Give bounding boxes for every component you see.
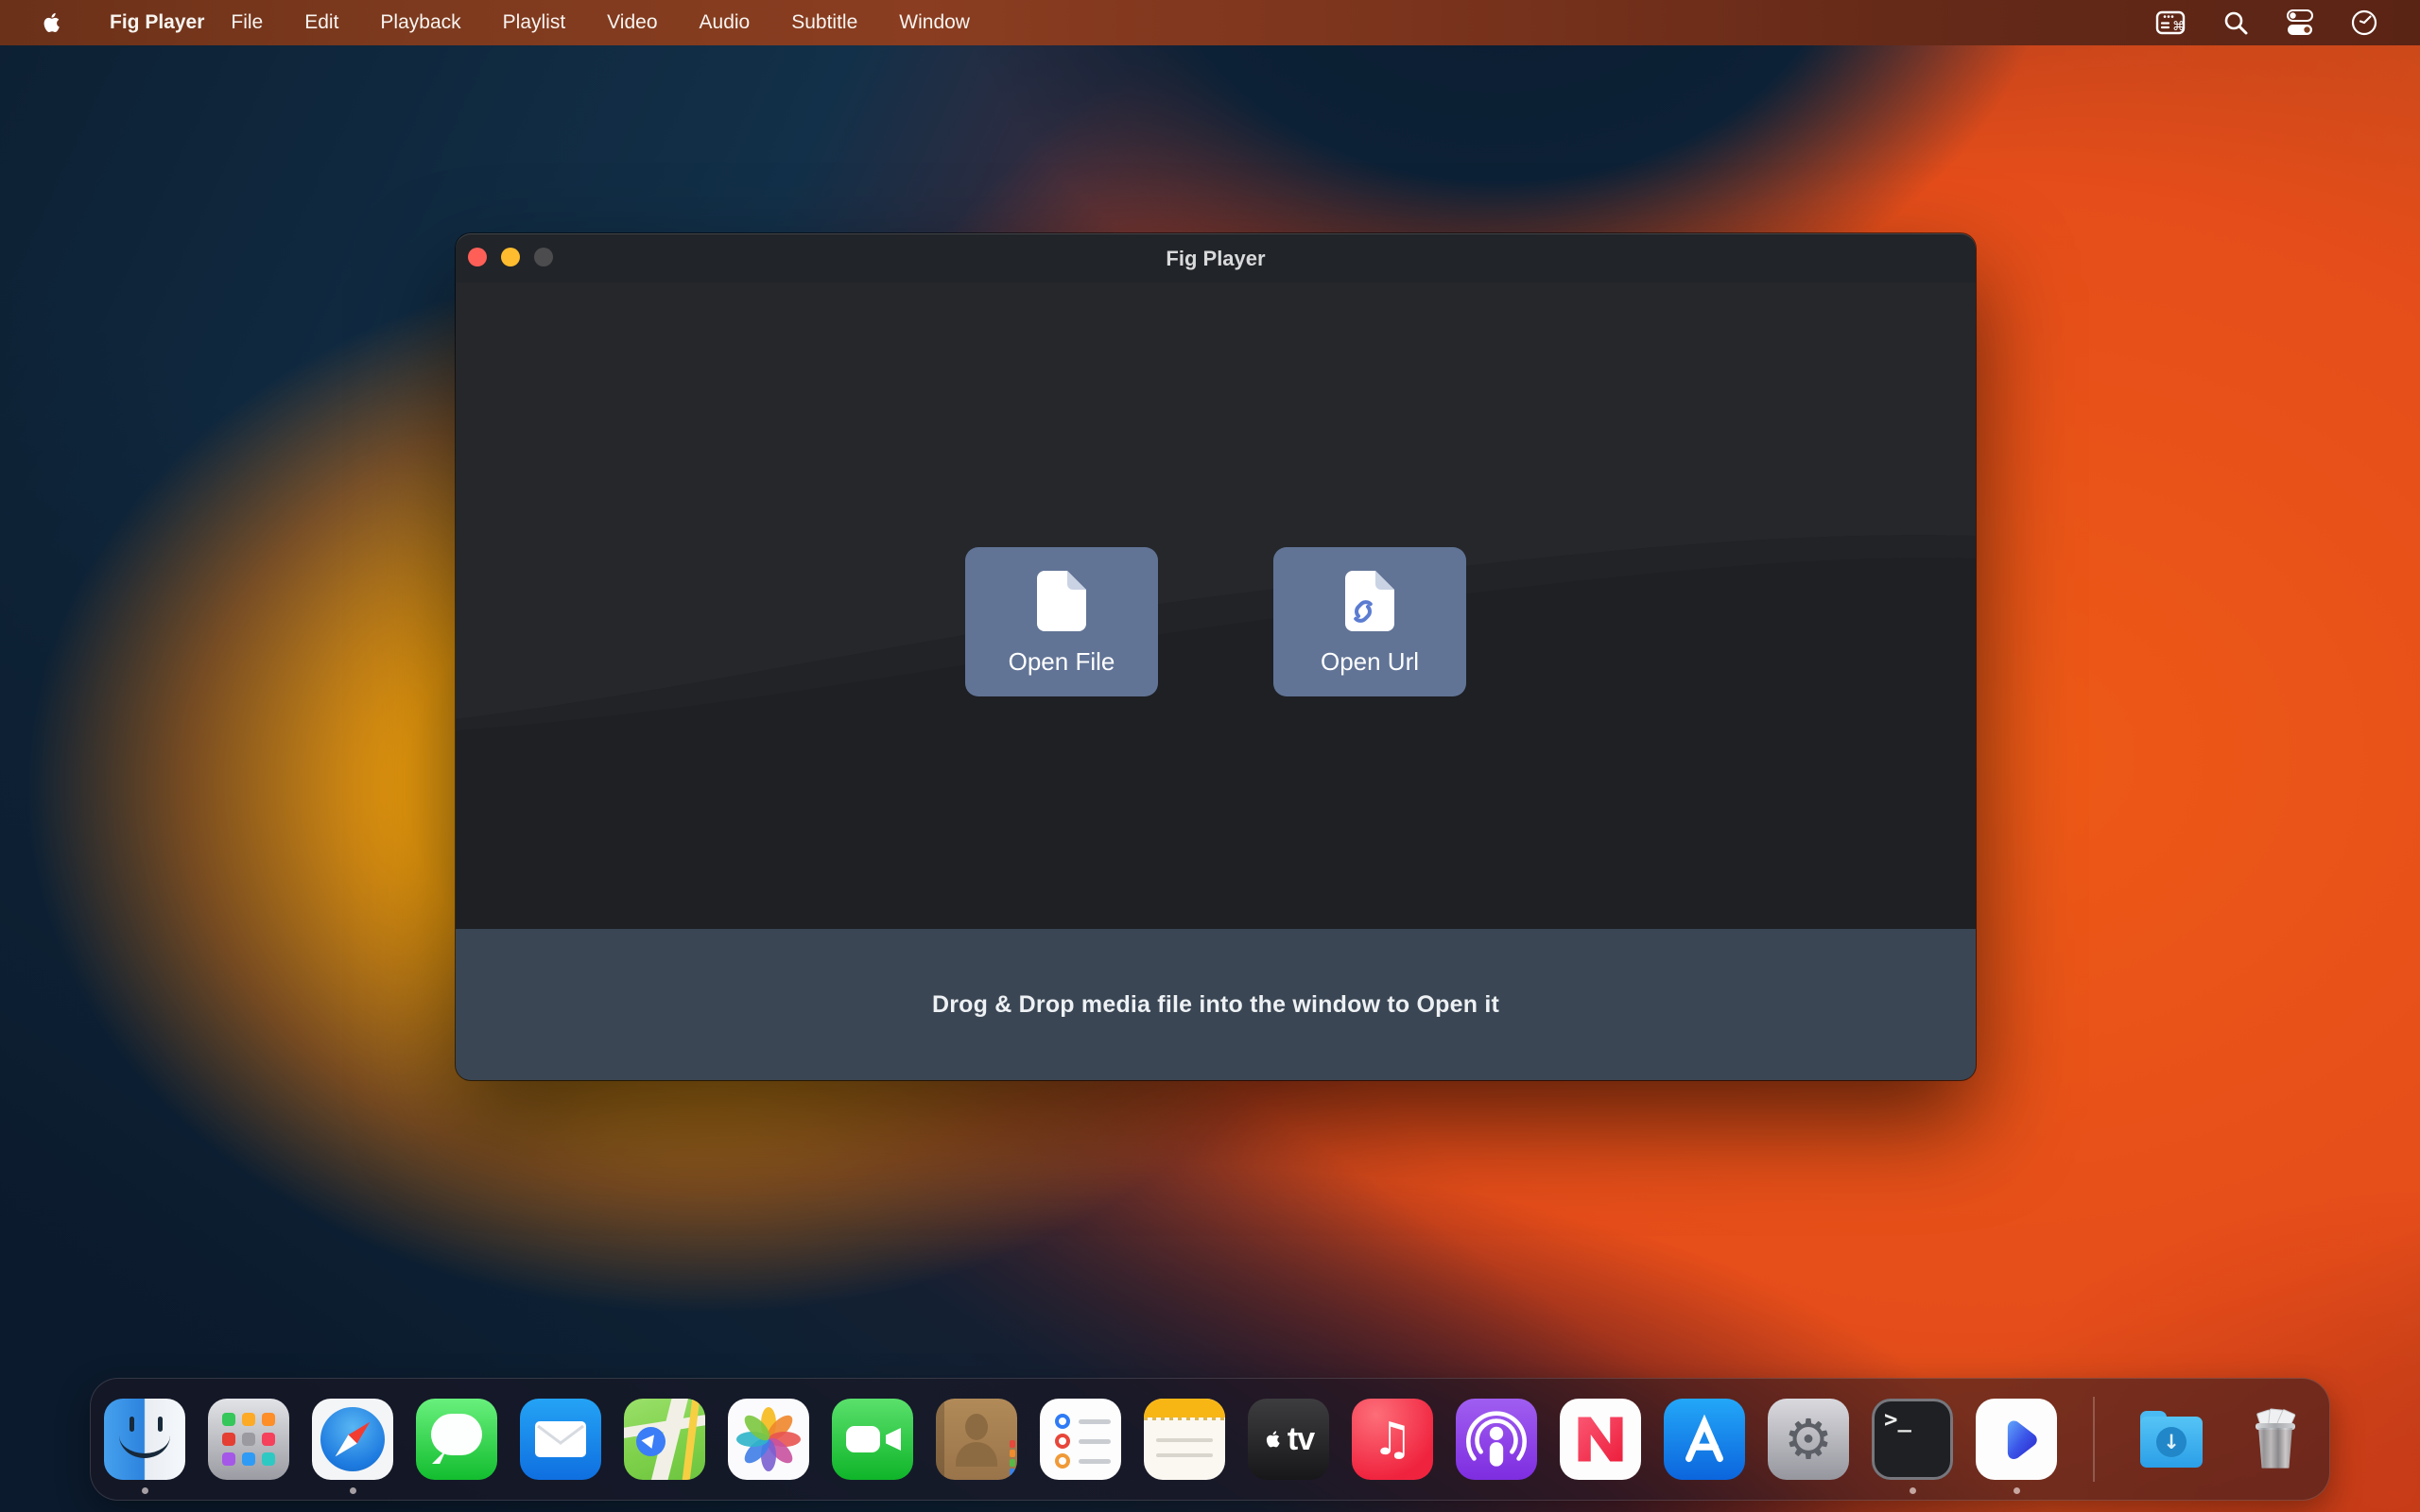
reminders-icon <box>1040 1399 1121 1480</box>
menu-video[interactable]: Video <box>586 0 678 45</box>
music-icon: ♫ <box>1352 1399 1433 1480</box>
menu-window[interactable]: Window <box>878 0 991 45</box>
window-title: Fig Player <box>456 233 1976 283</box>
menu-app-name[interactable]: Fig Player <box>104 11 210 34</box>
podcasts-icon <box>1456 1399 1537 1480</box>
fig-player-dock-icon <box>1976 1399 2057 1480</box>
terminal-icon: >_ <box>1872 1399 1953 1480</box>
mail-icon <box>520 1399 601 1480</box>
dock-item-podcasts[interactable] <box>1456 1399 1537 1480</box>
maps-icon <box>624 1399 705 1480</box>
dock-item-appstore[interactable] <box>1664 1399 1745 1480</box>
dock-item-reminders[interactable] <box>1040 1399 1121 1480</box>
menu-bar: Fig Player File Edit Playback Playlist V… <box>0 0 2420 45</box>
contacts-icon <box>936 1399 1017 1480</box>
control-center-icon[interactable] <box>2284 9 2316 37</box>
notes-icon <box>1144 1399 1225 1480</box>
dock-item-news[interactable] <box>1560 1399 1641 1480</box>
safari-icon <box>312 1399 393 1480</box>
dock-separator <box>2093 1397 2095 1482</box>
launchpad-icon <box>208 1399 289 1480</box>
dock: tv ♫ <box>90 1378 2330 1501</box>
input-source-icon[interactable]: ⌘ <box>2153 9 2187 37</box>
menu-bar-left: Fig Player File Edit Playback Playlist V… <box>0 0 991 45</box>
apple-menu-icon[interactable] <box>40 10 64 35</box>
dock-item-finder[interactable] <box>104 1399 185 1480</box>
dock-item-maps[interactable] <box>624 1399 705 1480</box>
dock-item-safari[interactable] <box>312 1399 393 1480</box>
dock-item-terminal[interactable]: >_ <box>1872 1399 1953 1480</box>
facetime-icon <box>832 1399 913 1480</box>
dock-item-launchpad[interactable] <box>208 1399 289 1480</box>
window-content: Open File Open Url <box>456 283 1976 929</box>
system-settings-icon: ⚙ <box>1768 1399 1849 1480</box>
trash-icon <box>2235 1399 2316 1480</box>
open-file-button[interactable]: Open File <box>965 547 1158 696</box>
menu-playback[interactable]: Playback <box>359 0 481 45</box>
link-document-icon <box>1345 571 1394 638</box>
messages-icon <box>416 1399 497 1480</box>
document-icon <box>1037 571 1086 638</box>
menu-edit[interactable]: Edit <box>284 0 359 45</box>
clock-icon[interactable] <box>2350 9 2378 37</box>
news-icon <box>1560 1399 1641 1480</box>
dock-item-mail[interactable] <box>520 1399 601 1480</box>
finder-icon <box>104 1399 185 1480</box>
open-url-button[interactable]: Open Url <box>1273 547 1466 696</box>
window-titlebar[interactable]: Fig Player <box>456 233 1976 283</box>
dock-item-downloads[interactable]: ↓ <box>2131 1399 2212 1480</box>
menu-file[interactable]: File <box>210 0 284 45</box>
drag-drop-hint: Drog & Drop media file into the window t… <box>932 991 1499 1019</box>
dock-item-settings[interactable]: ⚙ <box>1768 1399 1849 1480</box>
dock-item-figplayer[interactable] <box>1976 1399 2057 1480</box>
open-file-label: Open File <box>1009 649 1115 674</box>
downloads-folder-icon: ↓ <box>2131 1399 2212 1480</box>
open-url-label: Open Url <box>1321 649 1419 674</box>
menu-subtitle[interactable]: Subtitle <box>770 0 878 45</box>
menu-bar-status: ⌘ <box>2153 9 2420 37</box>
open-actions: Open File Open Url <box>456 547 1976 696</box>
menu-audio[interactable]: Audio <box>679 0 771 45</box>
dock-item-messages[interactable] <box>416 1399 497 1480</box>
svg-text:⌘: ⌘ <box>2172 20 2185 34</box>
apple-tv-icon: tv <box>1248 1399 1329 1480</box>
dock-item-tv[interactable]: tv <box>1248 1399 1329 1480</box>
app-store-icon <box>1664 1399 1745 1480</box>
menu-playlist[interactable]: Playlist <box>482 0 587 45</box>
dock-item-contacts[interactable] <box>936 1399 1017 1480</box>
dock-item-photos[interactable] <box>728 1399 809 1480</box>
fig-player-window: Fig Player Open File <box>456 233 1976 1080</box>
spotlight-search-icon[interactable] <box>2221 9 2250 37</box>
dock-item-facetime[interactable] <box>832 1399 913 1480</box>
photos-icon <box>728 1399 809 1480</box>
dock-item-notes[interactable] <box>1144 1399 1225 1480</box>
dock-item-music[interactable]: ♫ <box>1352 1399 1433 1480</box>
window-footer: Drog & Drop media file into the window t… <box>456 929 1976 1080</box>
dock-item-trash[interactable] <box>2235 1399 2316 1480</box>
